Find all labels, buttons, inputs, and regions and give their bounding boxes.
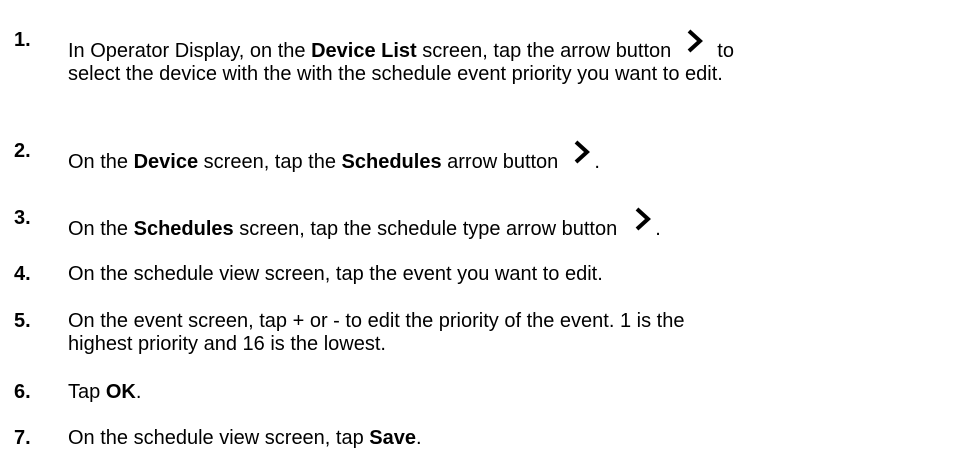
- step-text-line-2: select the device with the with the sche…: [68, 63, 723, 85]
- step-number: 2.: [14, 140, 31, 162]
- bold-term: Device List: [311, 40, 417, 62]
- bold-term: Device: [133, 151, 199, 173]
- step-number: 6.: [14, 381, 31, 403]
- step-text: On the Device screen, tap the Schedules …: [68, 140, 953, 174]
- step-text: On the Schedules screen, tap the schedul…: [68, 207, 953, 241]
- bold-term: Schedules: [341, 151, 442, 173]
- bold-term: Save: [369, 427, 416, 449]
- step-text: In Operator Display, on the Device List …: [68, 29, 953, 86]
- bold-term: Schedules: [133, 218, 234, 240]
- step-text-line-1: In Operator Display, on the Device List …: [68, 29, 953, 63]
- step-text: Tap OK.: [68, 381, 142, 403]
- chevron-right-icon: [633, 207, 653, 233]
- step-number: 3.: [14, 207, 31, 229]
- step-text: On the schedule view screen, tap Save.: [68, 427, 422, 449]
- chevron-right-icon: [572, 140, 592, 166]
- step-number: 4.: [14, 263, 31, 285]
- bold-term: OK: [105, 381, 136, 403]
- step-number: 7.: [14, 427, 31, 449]
- step-text: On the event screen, tap + or - to edit …: [68, 310, 685, 355]
- step-number: 1.: [14, 29, 31, 51]
- chevron-right-icon: [685, 29, 705, 55]
- step-number: 5.: [14, 310, 31, 332]
- step-text: On the schedule view screen, tap the eve…: [68, 263, 603, 285]
- procedure-steps: 1. In Operator Display, on the Device Li…: [0, 0, 959, 473]
